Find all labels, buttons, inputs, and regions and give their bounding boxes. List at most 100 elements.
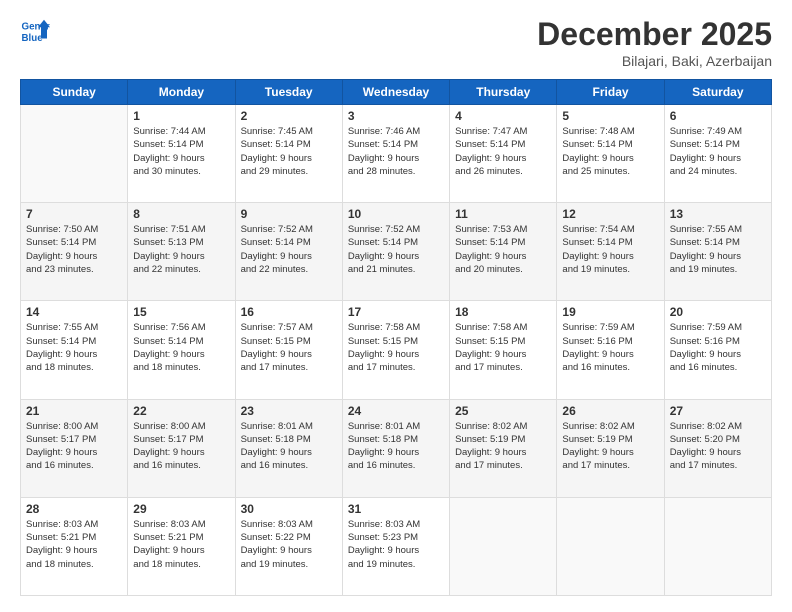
day-number: 31 (348, 502, 444, 516)
title-area: December 2025 Bilajari, Baki, Azerbaijan (537, 16, 772, 69)
day-number: 13 (670, 207, 766, 221)
table-row: 1 Sunrise: 7:44 AMSunset: 5:14 PMDaylight… (128, 105, 235, 203)
month-title: December 2025 (537, 16, 772, 53)
table-row: 21 Sunrise: 8:00 AMSunset: 5:17 PMDayligh… (21, 399, 128, 497)
day-info: Sunrise: 7:47 AMSunset: 5:14 PMDaylight:… (455, 125, 551, 178)
table-row: 30 Sunrise: 8:03 AMSunset: 5:22 PMDayligh… (235, 497, 342, 595)
col-sunday: Sunday (21, 80, 128, 105)
table-row (21, 105, 128, 203)
day-info: Sunrise: 7:46 AMSunset: 5:14 PMDaylight:… (348, 125, 444, 178)
col-tuesday: Tuesday (235, 80, 342, 105)
day-number: 22 (133, 404, 229, 418)
day-info: Sunrise: 8:01 AMSunset: 5:18 PMDaylight:… (241, 420, 337, 473)
table-row: 9 Sunrise: 7:52 AMSunset: 5:14 PMDaylight… (235, 203, 342, 301)
day-number: 8 (133, 207, 229, 221)
col-monday: Monday (128, 80, 235, 105)
day-info: Sunrise: 8:02 AMSunset: 5:19 PMDaylight:… (562, 420, 658, 473)
day-info: Sunrise: 7:58 AMSunset: 5:15 PMDaylight:… (348, 321, 444, 374)
day-number: 24 (348, 404, 444, 418)
day-info: Sunrise: 7:59 AMSunset: 5:16 PMDaylight:… (670, 321, 766, 374)
col-thursday: Thursday (450, 80, 557, 105)
table-row: 12 Sunrise: 7:54 AMSunset: 5:14 PMDayligh… (557, 203, 664, 301)
day-number: 28 (26, 502, 122, 516)
table-row: 26 Sunrise: 8:02 AMSunset: 5:19 PMDayligh… (557, 399, 664, 497)
day-info: Sunrise: 8:03 AMSunset: 5:21 PMDaylight:… (133, 518, 229, 571)
day-info: Sunrise: 8:00 AMSunset: 5:17 PMDaylight:… (133, 420, 229, 473)
table-row: 7Sunrise: 7:50 AMSunset: 5:14 PMDaylight… (21, 203, 128, 301)
day-number: 2 (241, 109, 337, 123)
day-number: 18 (455, 305, 551, 319)
day-info: Sunrise: 7:55 AMSunset: 5:14 PMDaylight:… (26, 321, 122, 374)
calendar-table: Sunday Monday Tuesday Wednesday Thursday… (20, 79, 772, 596)
calendar-week-row: 1 Sunrise: 7:44 AMSunset: 5:14 PMDaylight… (21, 105, 772, 203)
day-number: 15 (133, 305, 229, 319)
day-number: 21 (26, 404, 122, 418)
table-row: 27 Sunrise: 8:02 AMSunset: 5:20 PMDayligh… (664, 399, 771, 497)
day-info: Sunrise: 7:53 AMSunset: 5:14 PMDaylight:… (455, 223, 551, 276)
table-row: 8 Sunrise: 7:51 AMSunset: 5:13 PMDaylight… (128, 203, 235, 301)
day-number: 6 (670, 109, 766, 123)
table-row: 16Sunrise: 7:57 AMSunset: 5:15 PMDayligh… (235, 301, 342, 399)
table-row: 11 Sunrise: 7:53 AMSunset: 5:14 PMDayligh… (450, 203, 557, 301)
day-number: 12 (562, 207, 658, 221)
day-info: Sunrise: 7:56 AMSunset: 5:14 PMDaylight:… (133, 321, 229, 374)
table-row: 23 Sunrise: 8:01 AMSunset: 5:18 PMDayligh… (235, 399, 342, 497)
location: Bilajari, Baki, Azerbaijan (537, 53, 772, 69)
table-row (557, 497, 664, 595)
calendar-week-row: 7Sunrise: 7:50 AMSunset: 5:14 PMDaylight… (21, 203, 772, 301)
day-info: Sunrise: 7:52 AMSunset: 5:14 PMDaylight:… (241, 223, 337, 276)
day-number: 1 (133, 109, 229, 123)
table-row: 31 Sunrise: 8:03 AMSunset: 5:23 PMDayligh… (342, 497, 449, 595)
table-row: 29Sunrise: 8:03 AMSunset: 5:21 PMDayligh… (128, 497, 235, 595)
day-info: Sunrise: 7:51 AMSunset: 5:13 PMDaylight:… (133, 223, 229, 276)
table-row: 22 Sunrise: 8:00 AMSunset: 5:17 PMDayligh… (128, 399, 235, 497)
table-row: 20 Sunrise: 7:59 AMSunset: 5:16 PMDayligh… (664, 301, 771, 399)
day-info: Sunrise: 7:54 AMSunset: 5:14 PMDaylight:… (562, 223, 658, 276)
day-info: Sunrise: 8:00 AMSunset: 5:17 PMDaylight:… (26, 420, 122, 473)
day-info: Sunrise: 8:02 AMSunset: 5:19 PMDaylight:… (455, 420, 551, 473)
day-info: Sunrise: 8:03 AMSunset: 5:22 PMDaylight:… (241, 518, 337, 571)
calendar-week-row: 14 Sunrise: 7:55 AMSunset: 5:14 PMDayligh… (21, 301, 772, 399)
table-row: 14 Sunrise: 7:55 AMSunset: 5:14 PMDayligh… (21, 301, 128, 399)
day-number: 19 (562, 305, 658, 319)
day-info: Sunrise: 7:45 AMSunset: 5:14 PMDaylight:… (241, 125, 337, 178)
table-row: 10 Sunrise: 7:52 AMSunset: 5:14 PMDayligh… (342, 203, 449, 301)
table-row: 19 Sunrise: 7:59 AMSunset: 5:16 PMDayligh… (557, 301, 664, 399)
col-wednesday: Wednesday (342, 80, 449, 105)
day-info: Sunrise: 7:48 AMSunset: 5:14 PMDaylight:… (562, 125, 658, 178)
day-number: 30 (241, 502, 337, 516)
table-row (664, 497, 771, 595)
day-number: 14 (26, 305, 122, 319)
day-info: Sunrise: 7:52 AMSunset: 5:14 PMDaylight:… (348, 223, 444, 276)
day-info: Sunrise: 7:49 AMSunset: 5:14 PMDaylight:… (670, 125, 766, 178)
calendar-header-row: Sunday Monday Tuesday Wednesday Thursday… (21, 80, 772, 105)
day-info: Sunrise: 7:59 AMSunset: 5:16 PMDaylight:… (562, 321, 658, 374)
day-number: 4 (455, 109, 551, 123)
day-number: 25 (455, 404, 551, 418)
table-row: 18 Sunrise: 7:58 AMSunset: 5:15 PMDayligh… (450, 301, 557, 399)
day-number: 10 (348, 207, 444, 221)
table-row: 17Sunrise: 7:58 AMSunset: 5:15 PMDayligh… (342, 301, 449, 399)
table-row: 15 Sunrise: 7:56 AMSunset: 5:14 PMDayligh… (128, 301, 235, 399)
page: General Blue December 2025 Bilajari, Bak… (0, 0, 792, 612)
day-number: 5 (562, 109, 658, 123)
logo: General Blue (20, 16, 50, 46)
day-number: 11 (455, 207, 551, 221)
day-info: Sunrise: 7:44 AMSunset: 5:14 PMDaylight:… (133, 125, 229, 178)
col-saturday: Saturday (664, 80, 771, 105)
day-number: 23 (241, 404, 337, 418)
day-number: 27 (670, 404, 766, 418)
day-number: 26 (562, 404, 658, 418)
header: General Blue December 2025 Bilajari, Bak… (20, 16, 772, 69)
day-info: Sunrise: 7:57 AMSunset: 5:15 PMDaylight:… (241, 321, 337, 374)
day-number: 9 (241, 207, 337, 221)
day-info: Sunrise: 8:03 AMSunset: 5:23 PMDaylight:… (348, 518, 444, 571)
day-info: Sunrise: 7:58 AMSunset: 5:15 PMDaylight:… (455, 321, 551, 374)
day-info: Sunrise: 8:03 AMSunset: 5:21 PMDaylight:… (26, 518, 122, 571)
day-info: Sunrise: 8:02 AMSunset: 5:20 PMDaylight:… (670, 420, 766, 473)
table-row (450, 497, 557, 595)
table-row: 5 Sunrise: 7:48 AMSunset: 5:14 PMDaylight… (557, 105, 664, 203)
day-number: 20 (670, 305, 766, 319)
day-number: 7 (26, 207, 122, 221)
table-row: 28 Sunrise: 8:03 AMSunset: 5:21 PMDayligh… (21, 497, 128, 595)
